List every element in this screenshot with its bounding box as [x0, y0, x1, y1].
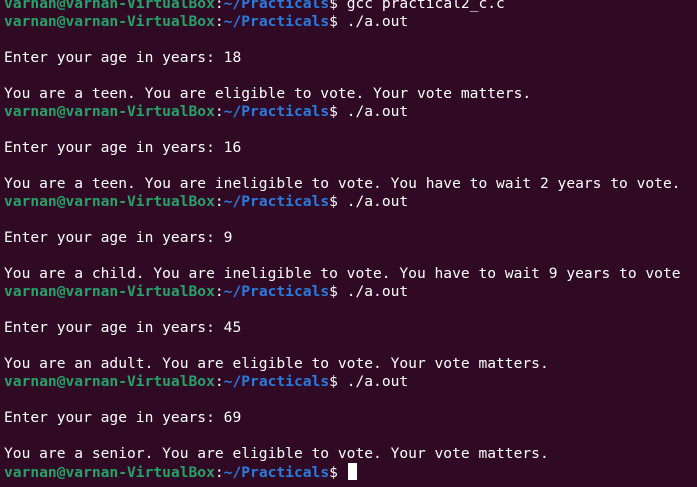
prompt-line: varnan@varnan-VirtualBox:~/Practicals$ .… — [4, 193, 681, 211]
output-text: You are a teen. You are eligible to vote… — [4, 85, 532, 102]
prompt-symbol: $ — [329, 373, 338, 390]
output-text: Enter your age in years: 69 — [4, 409, 242, 426]
output-line: Enter your age in years: 18 — [4, 49, 681, 67]
output-text: Enter your age in years: 18 — [4, 49, 242, 66]
output-line: You are a teen. You are eligible to vote… — [4, 85, 681, 103]
output-line: Enter your age in years: 9 — [4, 229, 681, 247]
prompt-separator: : — [214, 103, 224, 120]
prompt-symbol: $ — [329, 0, 338, 12]
prompt-user-host: varnan@varnan-VirtualBox — [4, 464, 215, 481]
prompt-user-host: varnan@varnan-VirtualBox — [4, 0, 215, 12]
command-text: ./a.out — [337, 193, 409, 210]
prompt-separator: : — [214, 193, 224, 210]
prompt-user-host: varnan@varnan-VirtualBox — [4, 13, 215, 30]
command-text: gcc practical2_c.c — [337, 0, 505, 12]
prompt-user-host: varnan@varnan-VirtualBox — [4, 103, 215, 120]
prompt-separator: : — [214, 0, 224, 12]
command-text: ./a.out — [337, 283, 409, 300]
output-text: You are an adult. You are eligible to vo… — [4, 355, 549, 372]
prompt-symbol: $ — [329, 464, 338, 481]
output-text: Enter your age in years: 45 — [4, 319, 242, 336]
prompt-path: ~/Practicals — [223, 193, 330, 210]
prompt-symbol: $ — [329, 103, 338, 120]
prompt-separator: : — [214, 13, 224, 30]
prompt-symbol: $ — [329, 283, 338, 300]
output-line: You are a child. You are ineligible to v… — [4, 265, 681, 283]
prompt-line: varnan@varnan-VirtualBox:~/Practicals$ g… — [4, 0, 681, 13]
prompt-separator: : — [214, 373, 224, 390]
command-text: ./a.out — [337, 373, 409, 390]
output-line: Enter your age in years: 69 — [4, 409, 681, 427]
prompt-user-host: varnan@varnan-VirtualBox — [4, 193, 215, 210]
command-text — [338, 464, 347, 481]
output-text: You are a senior. You are eligible to vo… — [4, 445, 549, 462]
output-text: You are a teen. You are ineligible to vo… — [4, 175, 681, 192]
terminal-output: varnan@varnan-VirtualBox:~/Practicals$ g… — [4, 0, 681, 481]
output-line: You are a senior. You are eligible to vo… — [4, 445, 681, 463]
prompt-path: ~/Practicals — [223, 283, 330, 300]
prompt-line: varnan@varnan-VirtualBox:~/Practicals$ — [4, 463, 681, 481]
prompt-symbol: $ — [329, 193, 338, 210]
output-line: You are a teen. You are ineligible to vo… — [4, 175, 681, 193]
prompt-separator: : — [214, 464, 224, 481]
terminal-window[interactable]: varnan@varnan-VirtualBox:~/Practicals$ g… — [0, 0, 697, 487]
output-text: Enter your age in years: 16 — [4, 139, 242, 156]
text-cursor[interactable] — [347, 463, 357, 480]
output-text: Enter your age in years: 9 — [4, 229, 233, 246]
command-text: ./a.out — [337, 103, 409, 120]
prompt-user-host: varnan@varnan-VirtualBox — [4, 283, 215, 300]
output-line: You are an adult. You are eligible to vo… — [4, 355, 681, 373]
prompt-line: varnan@varnan-VirtualBox:~/Practicals$ .… — [4, 283, 681, 301]
prompt-line: varnan@varnan-VirtualBox:~/Practicals$ .… — [4, 373, 681, 391]
prompt-path: ~/Practicals — [223, 103, 330, 120]
prompt-symbol: $ — [329, 13, 338, 30]
output-text: You are a child. You are ineligible to v… — [4, 265, 681, 282]
prompt-user-host: varnan@varnan-VirtualBox — [4, 373, 215, 390]
prompt-line: varnan@varnan-VirtualBox:~/Practicals$ .… — [4, 13, 681, 31]
prompt-separator: : — [214, 283, 224, 300]
prompt-path: ~/Practicals — [223, 464, 330, 481]
prompt-path: ~/Practicals — [223, 13, 330, 30]
output-line: Enter your age in years: 16 — [4, 139, 681, 157]
prompt-path: ~/Practicals — [223, 0, 330, 12]
prompt-path: ~/Practicals — [223, 373, 330, 390]
command-text: ./a.out — [337, 13, 409, 30]
prompt-line: varnan@varnan-VirtualBox:~/Practicals$ .… — [4, 103, 681, 121]
output-line: Enter your age in years: 45 — [4, 319, 681, 337]
